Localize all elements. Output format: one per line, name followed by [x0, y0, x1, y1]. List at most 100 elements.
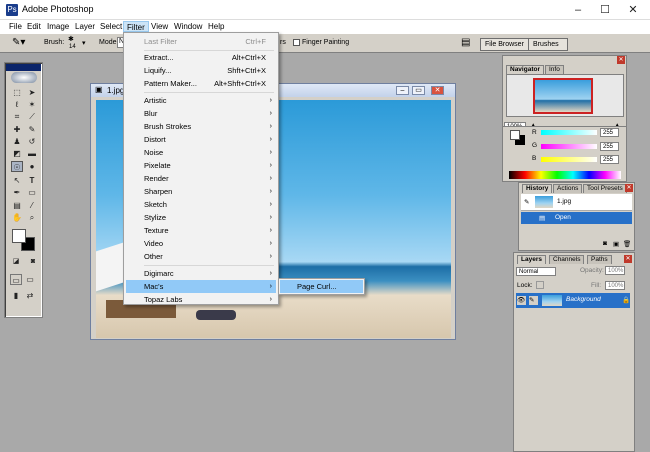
- menu-item-other[interactable]: Other ›: [126, 250, 276, 263]
- lock-transparency-checkbox[interactable]: [536, 281, 544, 289]
- tab-history[interactable]: History: [522, 184, 553, 193]
- minimize-button[interactable]: –: [563, 2, 593, 18]
- healing-brush-icon[interactable]: ✚: [11, 124, 23, 135]
- menu-item-liquify[interactable]: Liquify... Shft+Ctrl+X: [126, 64, 276, 77]
- menu-item-pattern-maker[interactable]: Pattern Maker... Alt+Shft+Ctrl+X: [126, 77, 276, 90]
- menu-file[interactable]: File: [6, 21, 25, 32]
- menu-item-render[interactable]: Render ›: [126, 172, 276, 185]
- menu-item-brush-strokes[interactable]: Brush Strokes ›: [126, 120, 276, 133]
- blue-slider[interactable]: [541, 157, 597, 162]
- palette-close-icon[interactable]: ✕: [625, 184, 633, 192]
- shape-tool-icon[interactable]: ▭: [26, 187, 38, 198]
- maximize-button[interactable]: ☐: [590, 2, 620, 18]
- menu-item-texture[interactable]: Texture ›: [126, 224, 276, 237]
- jump-to-imageready-icon[interactable]: ⇄: [24, 290, 36, 301]
- slice-tool-icon[interactable]: ⟋: [26, 111, 38, 122]
- foreground-color-swatch[interactable]: [12, 229, 26, 243]
- color-ramp[interactable]: [509, 171, 621, 179]
- menu-window[interactable]: Window: [171, 21, 205, 32]
- lasso-tool-icon[interactable]: ℓ: [11, 99, 23, 110]
- red-slider[interactable]: [541, 130, 597, 135]
- menu-item-blur[interactable]: Blur ›: [126, 107, 276, 120]
- menu-help[interactable]: Help: [205, 21, 227, 32]
- palette-close-icon[interactable]: ✕: [624, 255, 632, 263]
- tab-layers[interactable]: Layers: [517, 255, 546, 264]
- green-value[interactable]: 255: [600, 142, 619, 151]
- crop-tool-icon[interactable]: ⌗: [11, 111, 23, 122]
- red-value[interactable]: 255: [600, 128, 619, 137]
- opacity-field[interactable]: 100%: [605, 266, 625, 275]
- history-brush-source-icon[interactable]: ✎: [524, 198, 529, 206]
- zoom-tool-icon[interactable]: ⌕: [26, 212, 38, 223]
- menu-item-artistic[interactable]: Artistic ›: [126, 94, 276, 107]
- history-step-open[interactable]: ▤ Open: [521, 212, 632, 224]
- tab-paths[interactable]: Paths: [587, 255, 612, 264]
- eraser-tool-icon[interactable]: ◩: [11, 148, 23, 159]
- marquee-tool-icon[interactable]: ⬚: [11, 87, 23, 98]
- menu-image[interactable]: Image: [44, 21, 72, 32]
- magic-wand-icon[interactable]: ✶: [26, 99, 38, 110]
- visibility-eye-icon[interactable]: 👁: [517, 296, 526, 305]
- menu-item-digimarc[interactable]: Digimarc ›: [126, 267, 276, 280]
- move-tool-icon[interactable]: ➤: [26, 87, 38, 98]
- eyedropper-icon[interactable]: ⁄: [26, 200, 38, 211]
- tab-tool-presets[interactable]: Tool Presets: [583, 184, 627, 193]
- blend-mode-select[interactable]: Normal: [516, 267, 556, 276]
- doc-maximize-button[interactable]: ▭: [412, 86, 425, 95]
- menu-item-noise[interactable]: Noise ›: [126, 146, 276, 159]
- palette-well-icon[interactable]: ▤: [461, 37, 470, 48]
- menu-edit[interactable]: Edit: [24, 21, 44, 32]
- clone-stamp-icon[interactable]: ♟: [11, 136, 23, 147]
- brush-preset-icon[interactable]: ✱: [68, 35, 74, 43]
- hand-tool-icon[interactable]: ✋: [11, 212, 23, 223]
- menu-item-distort[interactable]: Distort ›: [126, 133, 276, 146]
- tab-channels[interactable]: Channels: [549, 255, 585, 264]
- tab-info[interactable]: Info: [545, 65, 564, 74]
- new-snapshot-icon[interactable]: ◙: [603, 240, 607, 247]
- blur-tool-icon[interactable]: ☉: [11, 161, 23, 172]
- menu-item-sharpen[interactable]: Sharpen ›: [126, 185, 276, 198]
- fill-field[interactable]: 100%: [605, 281, 625, 290]
- brush-tool-icon[interactable]: ✎: [26, 124, 38, 135]
- layer-row-background[interactable]: 👁 ✎ Background 🔒: [516, 293, 630, 308]
- history-brush-icon[interactable]: ↺: [26, 136, 38, 147]
- default-colors-icon[interactable]: ◪: [10, 256, 22, 267]
- blue-value[interactable]: 255: [600, 155, 619, 164]
- menu-item-sketch[interactable]: Sketch ›: [126, 198, 276, 211]
- standard-screen-icon[interactable]: ▭: [10, 274, 22, 285]
- menu-layer[interactable]: Layer: [72, 21, 98, 32]
- history-snapshot-row[interactable]: ✎ 1.jpg: [521, 194, 632, 211]
- finger-painting-checkbox[interactable]: [293, 39, 300, 46]
- tab-navigator[interactable]: Navigator: [506, 65, 544, 74]
- dodge-tool-icon[interactable]: ●: [26, 161, 38, 172]
- notes-tool-icon[interactable]: ▤: [11, 200, 23, 211]
- gradient-tool-icon[interactable]: ▬: [26, 148, 38, 159]
- quick-mask-icon[interactable]: ◙: [27, 256, 39, 267]
- full-screen-menu-icon[interactable]: ▭: [24, 274, 36, 285]
- menu-item-stylize[interactable]: Stylize ›: [126, 211, 276, 224]
- menu-filter[interactable]: Filter: [123, 21, 149, 32]
- trash-icon[interactable]: 🗑: [623, 240, 631, 248]
- color-fg-swatch[interactable]: [510, 130, 520, 140]
- path-select-icon[interactable]: ↖: [11, 175, 23, 186]
- toolbox-header[interactable]: [6, 64, 41, 71]
- full-screen-icon[interactable]: ▮: [10, 290, 22, 301]
- menu-item-extract[interactable]: Extract... Alt+Ctrl+X: [126, 51, 276, 64]
- menu-item-page-curl[interactable]: Page Curl...: [280, 280, 363, 293]
- new-document-icon[interactable]: ▣: [613, 240, 619, 248]
- brush-tool-icon[interactable]: ✎▾: [12, 37, 25, 48]
- menu-item-topaz-labs[interactable]: Topaz Labs ›: [126, 293, 276, 306]
- pen-tool-icon[interactable]: ✒: [11, 187, 23, 198]
- tab-file-browser[interactable]: File Browser: [480, 38, 529, 51]
- brush-dropdown-icon[interactable]: ▾: [82, 39, 86, 47]
- menu-select[interactable]: Select: [97, 21, 125, 32]
- layer-brush-icon[interactable]: ✎: [529, 296, 538, 305]
- green-slider[interactable]: [541, 144, 597, 149]
- menu-item-macs[interactable]: Mac's ›: [126, 280, 276, 293]
- palette-close-icon[interactable]: ✕: [617, 56, 625, 64]
- navigator-thumbnail[interactable]: [533, 78, 593, 114]
- menu-item-video[interactable]: Video ›: [126, 237, 276, 250]
- menu-item-pixelate[interactable]: Pixelate ›: [126, 159, 276, 172]
- menu-view[interactable]: View: [148, 21, 171, 32]
- tab-brushes[interactable]: Brushes: [528, 38, 568, 51]
